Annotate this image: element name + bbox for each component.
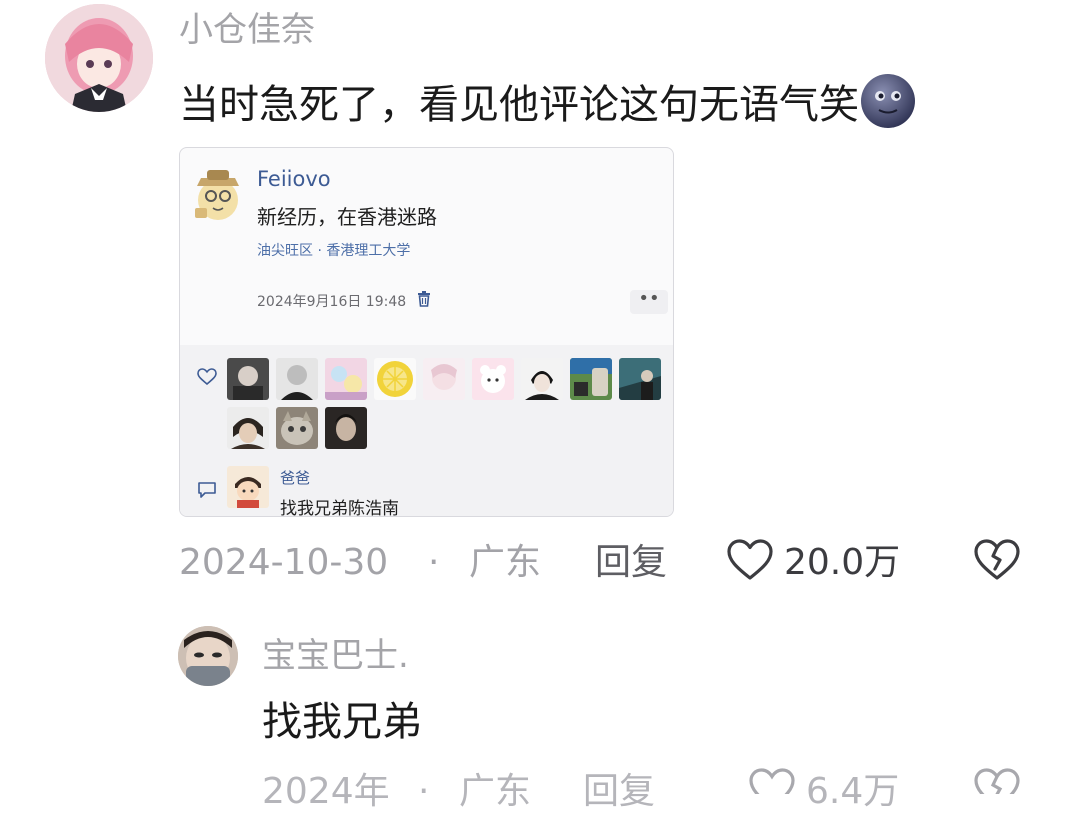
- comment-date: 2024-10-30: [179, 542, 389, 583]
- liker-avatar[interactable]: [570, 358, 612, 400]
- heart-icon[interactable]: [197, 368, 217, 386]
- embedded-screenshot[interactable]: Feiiovo 新经历，在香港迷路 油尖旺区 · 香港理工大学 2024年9月1…: [179, 147, 674, 517]
- new-moon-face-icon: [861, 74, 915, 128]
- broken-heart-icon[interactable]: [973, 538, 1021, 582]
- sub-comment-username[interactable]: 宝宝巴士.: [262, 636, 409, 676]
- liker-avatar[interactable]: [374, 358, 416, 400]
- meta-separator: ·: [418, 771, 430, 812]
- comment-body: 当时急死了，看见他评论这句无语气笑: [179, 82, 859, 128]
- poster-avatar: [189, 164, 247, 224]
- liker-avatar[interactable]: [325, 358, 367, 400]
- liker-avatar[interactable]: [276, 407, 318, 449]
- liker-avatar[interactable]: [423, 358, 465, 400]
- heart-outline-icon[interactable]: [726, 538, 774, 582]
- comment-icon[interactable]: [197, 481, 217, 499]
- liker-avatar[interactable]: [276, 358, 318, 400]
- liker-avatar[interactable]: [227, 358, 269, 400]
- sub-comment-date: 2024年: [262, 771, 390, 812]
- post-text: 新经历，在香港迷路: [257, 205, 437, 229]
- trash-icon[interactable]: [417, 291, 431, 307]
- reply-button[interactable]: 回复: [595, 541, 667, 585]
- sub-comment-location: 广东: [459, 771, 532, 812]
- comment-location: 广东: [469, 542, 542, 583]
- avatar[interactable]: [45, 4, 153, 112]
- liker-avatar[interactable]: [521, 358, 563, 400]
- liker-avatar[interactable]: [227, 407, 269, 449]
- reply-text: 找我兄弟陈浩南: [280, 499, 399, 517]
- sub-reply-button[interactable]: 回复: [583, 770, 655, 814]
- post-location[interactable]: 油尖旺区 · 香港理工大学: [257, 240, 410, 260]
- heart-outline-icon[interactable]: [748, 767, 796, 794]
- broken-heart-icon[interactable]: [973, 767, 1021, 794]
- liker-avatar[interactable]: [325, 407, 367, 449]
- poster-name[interactable]: Feiiovo: [257, 167, 331, 191]
- liker-avatar[interactable]: [619, 358, 661, 400]
- avatar[interactable]: [178, 626, 238, 686]
- reply-avatar[interactable]: [227, 466, 269, 508]
- more-button[interactable]: ••: [630, 290, 668, 314]
- comment-text: 当时急死了，看见他评论这句无语气笑: [179, 74, 915, 129]
- meta-separator: ·: [428, 542, 440, 583]
- like-count: 20.0万: [784, 542, 901, 583]
- reply-author[interactable]: 爸爸: [280, 467, 310, 488]
- sub-like-count: 6.4万: [806, 771, 900, 812]
- post-timestamp: 2024年9月16日 19:48: [257, 294, 407, 310]
- liker-avatar[interactable]: [472, 358, 514, 400]
- likes-section: 爸爸 找我兄弟陈浩南: [180, 345, 673, 517]
- sub-comment-text: 找我兄弟: [262, 699, 422, 745]
- comment-username[interactable]: 小仓佳奈: [179, 10, 315, 50]
